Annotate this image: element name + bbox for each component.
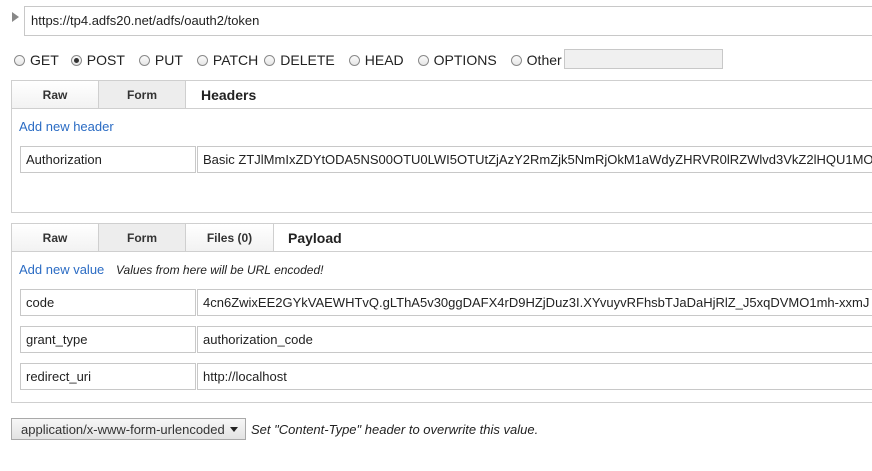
- payload-tab-files[interactable]: Files (0): [186, 224, 274, 251]
- method-get[interactable]: GET: [14, 52, 59, 68]
- method-delete[interactable]: DELETE: [264, 52, 335, 68]
- payload-key-field[interactable]: grant_type: [20, 326, 196, 353]
- add-value-link[interactable]: Add new value: [19, 262, 104, 277]
- content-type-select[interactable]: application/x-www-form-urlencoded: [11, 418, 246, 440]
- headers-tab-raw[interactable]: Raw: [12, 81, 99, 108]
- method-put[interactable]: PUT: [138, 52, 183, 68]
- radio-options[interactable]: [417, 54, 429, 66]
- payload-key-field[interactable]: redirect_uri: [20, 363, 196, 390]
- chevron-down-icon: [230, 427, 238, 432]
- radio-put[interactable]: [138, 54, 150, 66]
- payload-tab-raw[interactable]: Raw: [12, 224, 99, 251]
- other-method-input[interactable]: [564, 49, 723, 69]
- content-type-note: Set "Content-Type" header to overwrite t…: [251, 422, 539, 437]
- radio-get[interactable]: [14, 54, 25, 66]
- header-value-field[interactable]: Basic ZTJlMmIxZDYtODA5NS00OTU0LWI5OTUtZj…: [197, 146, 872, 173]
- add-header-link[interactable]: Add new header: [19, 119, 114, 134]
- payload-tabbar: Raw Form Files (0) Payload: [11, 223, 872, 252]
- payload-value-field[interactable]: http://localhost: [197, 363, 872, 390]
- radio-head[interactable]: [348, 54, 360, 66]
- method-patch[interactable]: PATCH: [196, 52, 258, 68]
- payload-key-field[interactable]: code: [20, 289, 196, 316]
- radio-delete[interactable]: [264, 54, 276, 66]
- content-type-value: application/x-www-form-urlencoded: [21, 421, 225, 437]
- radio-patch[interactable]: [196, 54, 208, 66]
- expand-url-icon[interactable]: [12, 12, 19, 22]
- payload-title: Payload: [288, 229, 342, 246]
- payload-panel: Add new value Values from here will be U…: [11, 252, 872, 403]
- headers-title: Headers: [201, 86, 257, 103]
- headers-panel: Add new header Authorization Basic ZTJlM…: [11, 109, 872, 213]
- method-post[interactable]: POST: [70, 52, 125, 68]
- url-input[interactable]: https://tp4.adfs20.net/adfs/oauth2/token: [24, 6, 872, 36]
- headers-tab-form[interactable]: Form: [99, 81, 186, 108]
- payload-tab-form[interactable]: Form: [99, 224, 186, 251]
- method-options[interactable]: OPTIONS: [417, 52, 497, 68]
- method-radio-group: GET POST PUT PATCH DELETE HEAD OPTIONS O…: [14, 49, 568, 71]
- header-key-field[interactable]: Authorization: [20, 146, 196, 173]
- radio-other[interactable]: [510, 54, 522, 66]
- payload-value-field[interactable]: authorization_code: [197, 326, 872, 353]
- method-other[interactable]: Other: [510, 52, 562, 68]
- headers-tabbar: Raw Form Headers: [11, 80, 872, 109]
- url-encoded-note: Values from here will be URL encoded!: [116, 263, 324, 277]
- payload-value-field[interactable]: 4cn6ZwixEE2GYkVAEWHTvQ.gLThA5v30ggDAFX4r…: [197, 289, 872, 316]
- radio-post[interactable]: [70, 54, 82, 66]
- method-head[interactable]: HEAD: [348, 52, 404, 68]
